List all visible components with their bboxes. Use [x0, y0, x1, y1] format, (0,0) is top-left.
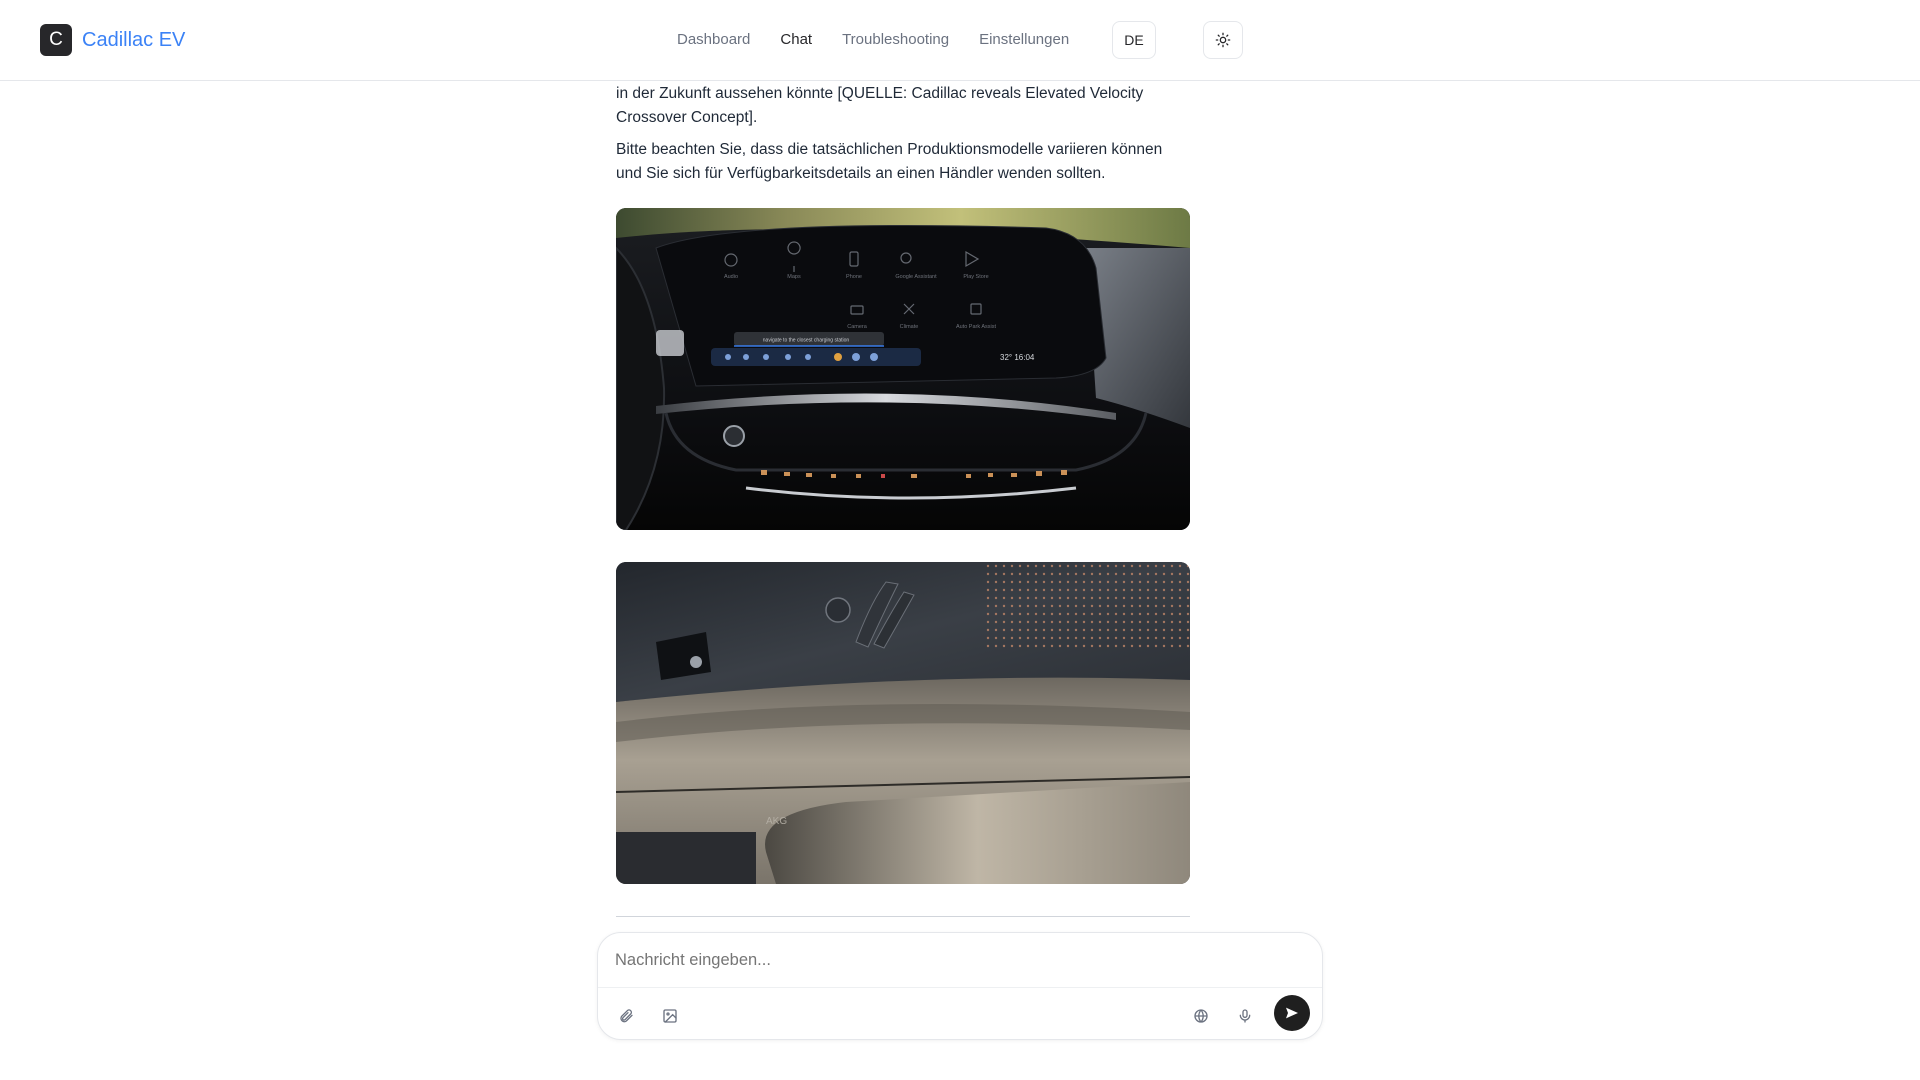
logo-mark: C [40, 24, 72, 56]
attach-button[interactable] [613, 1003, 639, 1029]
screen-clock-text: 32° 16:04 [1000, 353, 1035, 362]
app-title: Cadillac EV [82, 28, 186, 51]
svg-text:Maps: Maps [787, 274, 801, 280]
image-upload-button[interactable] [657, 1003, 683, 1029]
svg-text:Google Assistant: Google Assistant [895, 274, 937, 280]
nav-chat[interactable]: Chat [780, 31, 812, 48]
svg-text:Play Store: Play Store [963, 274, 988, 280]
app-logo[interactable]: C Cadillac EV [40, 24, 185, 56]
messages-divider [616, 916, 1190, 917]
nav-troubleshooting[interactable]: Troubleshooting [842, 31, 949, 48]
language-button[interactable]: DE [1112, 21, 1156, 59]
svg-text:Audio: Audio [724, 274, 738, 280]
akg-logo: AKG [766, 816, 787, 827]
dashboard-infotainment-photo[interactable]: Audio Maps Phone Google Assistant Play S… [616, 208, 1190, 530]
nav-einstellungen[interactable]: Einstellungen [979, 31, 1069, 48]
svg-text:Auto Park Assist: Auto Park Assist [956, 324, 997, 330]
main-nav: Dashboard Chat Troubleshooting Einstellu… [677, 31, 1069, 48]
svg-text:Phone: Phone [846, 274, 862, 280]
svg-text:Climate: Climate [900, 324, 919, 330]
nav-dashboard[interactable]: Dashboard [677, 31, 750, 48]
top-header: C Cadillac EV Dashboard Chat Troubleshoo… [0, 0, 1920, 81]
microphone-icon [1239, 1009, 1251, 1023]
voice-input-button[interactable] [1232, 1003, 1258, 1029]
globe-icon [1194, 1009, 1208, 1023]
door-panel-interior-photo[interactable]: AKG [616, 562, 1190, 884]
theme-toggle-button[interactable] [1203, 21, 1243, 59]
message-paragraph: Bitte beachten Sie, dass die tatsächlich… [616, 141, 1163, 182]
svg-text:Camera: Camera [847, 324, 868, 330]
image-icon [663, 1009, 677, 1023]
message-input[interactable] [615, 951, 1295, 970]
composer-separator [598, 987, 1322, 988]
door-photo-graphic: AKG [616, 562, 1190, 884]
svg-text:navigate to the closest chargi: navigate to the closest charging station [763, 338, 850, 344]
dashboard-photo-graphic: Audio Maps Phone Google Assistant Play S… [616, 208, 1190, 530]
send-icon [1286, 1007, 1298, 1019]
send-button[interactable] [1274, 995, 1310, 1031]
web-search-button[interactable] [1188, 1003, 1214, 1029]
paperclip-icon [620, 1009, 633, 1023]
message-composer [597, 932, 1323, 1040]
sun-icon [1215, 32, 1231, 48]
chat-thread: Fortführung dessen, wie die erfolgreiche… [616, 61, 1190, 884]
